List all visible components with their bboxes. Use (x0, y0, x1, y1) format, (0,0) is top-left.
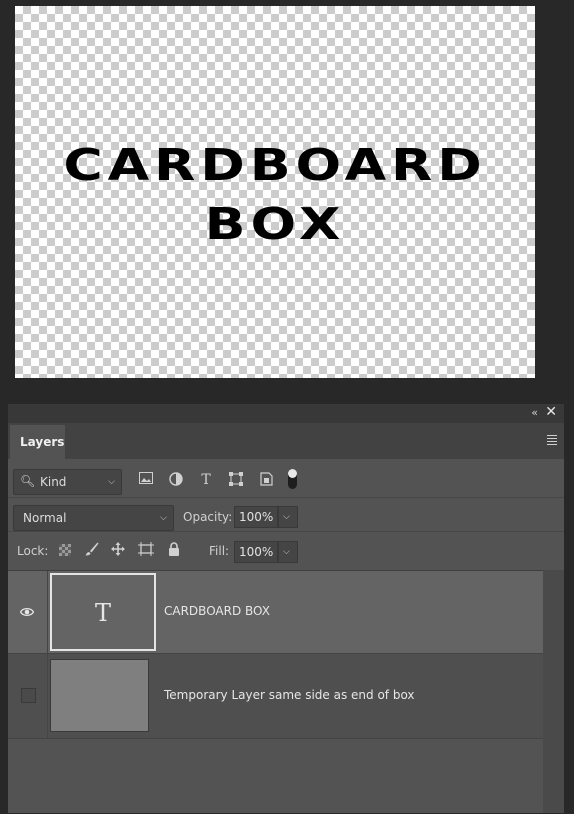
layer-row[interactable]: T CARDBOARD BOX (8, 571, 543, 654)
filter-toggle-icon[interactable] (288, 469, 297, 489)
lock-move-icon[interactable] (110, 542, 126, 558)
shape-filter-icon[interactable] (228, 472, 244, 488)
opacity-dropdown[interactable]: ⌵ (278, 506, 298, 528)
layer-name[interactable]: Temporary Layer same side as end of box (164, 688, 415, 702)
canvas-text-line-1: CARDBOARD (63, 140, 487, 191)
collapse-icon[interactable]: « (531, 406, 538, 419)
chevron-down-icon: ⌵ (283, 547, 290, 557)
layer-row[interactable]: Temporary Layer same side as end of box (8, 654, 543, 739)
layer-thumbnail[interactable]: T (50, 573, 156, 651)
fill-input[interactable]: 100% (234, 541, 278, 563)
lock-artboard-icon[interactable] (138, 542, 154, 558)
chevron-down-icon: ⌵ (283, 512, 290, 522)
smart-object-filter-icon[interactable] (258, 472, 274, 488)
chevron-down-icon: ⌵ (108, 477, 115, 487)
blend-row: Normal ⌵ Opacity: 100% ⌵ (8, 497, 564, 532)
lock-row: Lock: Fill: 100% ⌵ (8, 531, 564, 570)
fill-label: Fill: (209, 544, 230, 558)
layer-name[interactable]: CARDBOARD BOX (164, 604, 270, 618)
layers-scrollbar[interactable] (543, 570, 564, 813)
kind-filter-select[interactable]: 🔍︎ Kind ⌵ (13, 469, 122, 495)
image-filter-icon[interactable] (138, 472, 154, 488)
type-filter-icon[interactable]: T (198, 472, 214, 488)
panel-header-bar: « ✕ (8, 404, 564, 423)
visibility-cell (8, 571, 48, 653)
visibility-toggle[interactable] (21, 688, 36, 703)
layers-panel: « ✕ Layers 🔍︎ Kind ⌵ T Normal ⌵ Opacity:… (8, 404, 564, 813)
document-canvas[interactable]: CARDBOARD BOX (15, 6, 535, 378)
visibility-cell (8, 654, 48, 738)
blend-mode-select[interactable]: Normal ⌵ (13, 505, 174, 531)
lock-transparent-icon[interactable] (59, 544, 71, 556)
close-icon[interactable]: ✕ (545, 404, 557, 420)
lock-all-icon[interactable] (166, 542, 182, 558)
opacity-input[interactable]: 100% (234, 506, 278, 528)
blend-mode-label: Normal (23, 511, 67, 525)
panel-menu-icon[interactable] (547, 435, 557, 447)
layers-list: T CARDBOARD BOX Temporary Layer same sid… (8, 570, 543, 814)
eye-icon[interactable] (20, 605, 34, 619)
fill-dropdown[interactable]: ⌵ (278, 541, 298, 563)
lock-label: Lock: (17, 544, 49, 558)
kind-filter-label: Kind (40, 475, 67, 489)
filter-row: 🔍︎ Kind ⌵ T (8, 459, 564, 497)
adjustment-filter-icon[interactable] (168, 472, 184, 488)
lock-brush-icon[interactable] (84, 542, 100, 558)
opacity-label: Opacity: (183, 510, 233, 524)
tab-layers[interactable]: Layers (10, 425, 65, 459)
chevron-down-icon: ⌵ (160, 513, 167, 523)
panel-tab-bar: Layers (8, 423, 564, 459)
layer-thumbnail[interactable] (50, 659, 149, 732)
search-icon: 🔍︎ (20, 474, 36, 488)
canvas-text-line-2: BOX (204, 199, 346, 250)
